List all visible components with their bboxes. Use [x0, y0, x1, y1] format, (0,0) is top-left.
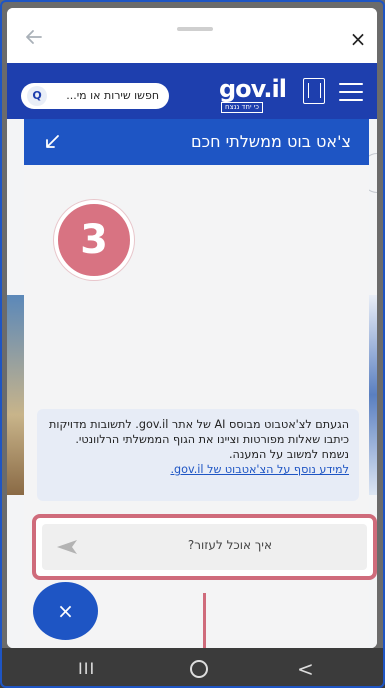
- drag-handle[interactable]: [177, 27, 213, 31]
- close-icon[interactable]: ×: [347, 28, 369, 50]
- logo-text: gov.il: [219, 75, 287, 103]
- minimize-arrow-icon[interactable]: [42, 132, 62, 152]
- search-input[interactable]: Q חפשו שירות או מי...: [21, 83, 169, 109]
- arrow-left-icon[interactable]: [23, 26, 47, 50]
- notice-text: הגעתם לצ'אטבוט מבוסס AI של אתר gov.il. ל…: [49, 418, 349, 461]
- message-input[interactable]: איך אוכל לעזור?: [42, 524, 367, 570]
- hamburger-icon[interactable]: [339, 83, 363, 101]
- site-header: Q חפשו שירות או מי... gov.il כי יחד ננצח: [7, 63, 377, 119]
- system-nav-bar: III <: [0, 648, 385, 688]
- step-number-badge: 3: [54, 200, 134, 280]
- back-button[interactable]: <: [297, 657, 314, 681]
- chatbot-intro-notice: הגעתם לצ'אטבוט מבוסס AI של אתר gov.il. ל…: [37, 409, 359, 501]
- search-icon[interactable]: Q: [27, 86, 47, 106]
- message-placeholder: איך אוכל לעזור?: [187, 538, 272, 552]
- app-screen: × Q חפשו שירות או מי... gov.il כי יחד ננ…: [7, 8, 377, 648]
- message-input-highlight: איך אוכל לעזור?: [32, 514, 377, 580]
- chatbot-header: צ'אט בוט ממשלתי חכם: [24, 119, 369, 165]
- recents-button[interactable]: III: [78, 659, 95, 678]
- send-icon[interactable]: [56, 539, 78, 555]
- search-placeholder: חפשו שירות או מי...: [66, 89, 159, 102]
- chatbot-title: צ'אט בוט ממשלתי חכם: [191, 132, 351, 151]
- chatbot-panel: צ'אט בוט ממשלתי חכם 3 הגעתם לצ'אטבוט מבו…: [24, 119, 377, 648]
- sheet-top-bar: ×: [7, 8, 377, 62]
- chatbot-info-link[interactable]: למידע נוסף על הצ'אטבוט של gov.il.: [170, 463, 349, 476]
- background-image-left: [7, 295, 25, 495]
- home-circle-icon[interactable]: [190, 660, 208, 678]
- logo-tagline: כי יחד ננצח: [221, 102, 264, 113]
- gov-il-logo[interactable]: gov.il כי יחד ננצח: [219, 75, 339, 113]
- menorah-emblem-icon: [303, 78, 325, 104]
- close-chat-button[interactable]: ×: [33, 582, 98, 640]
